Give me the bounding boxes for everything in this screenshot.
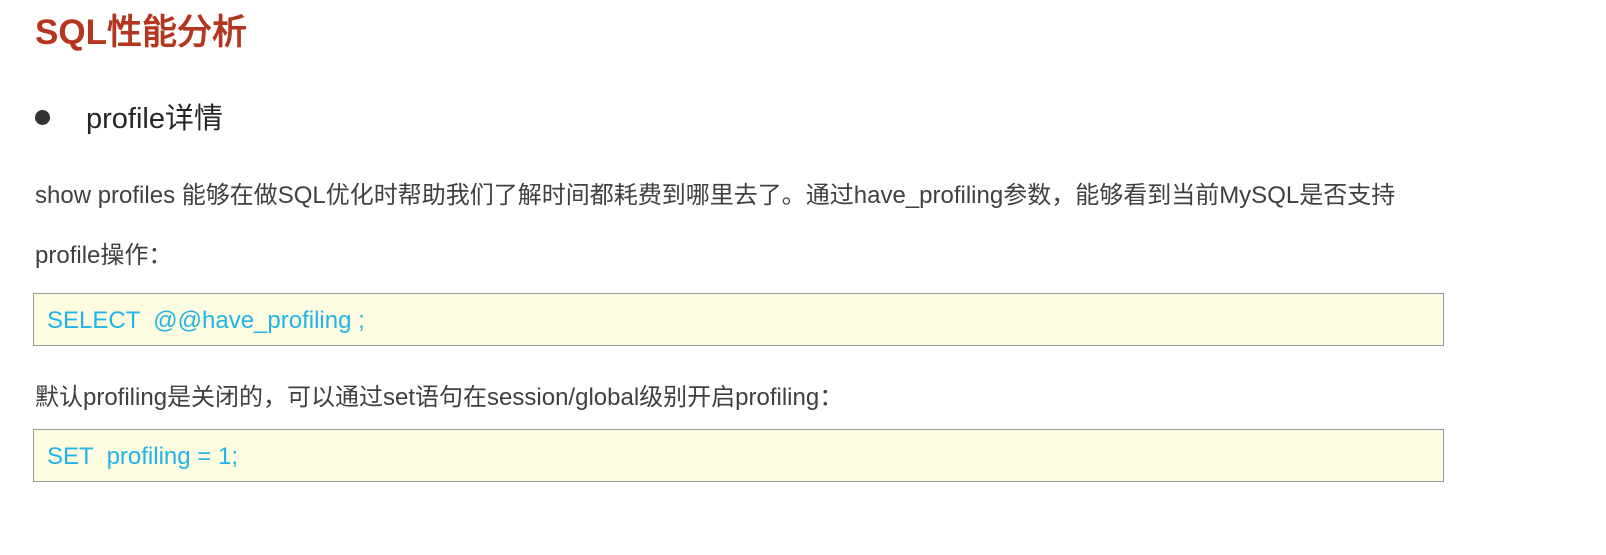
code-block-set-profiling: SET profiling = 1; bbox=[33, 429, 1444, 482]
bullet-dot-icon bbox=[35, 109, 50, 125]
code-block-have-profiling: SELECT @@have_profiling ; bbox=[33, 293, 1444, 346]
page-title: SQL性能分析 bbox=[35, 13, 247, 52]
bullet-text: profile详情 bbox=[86, 103, 223, 135]
bullet-item: profile详情 bbox=[35, 94, 223, 138]
paragraph-line-1: show profiles 能够在做SQL优化时帮助我们了解时间都耗费到哪里去了… bbox=[35, 182, 1396, 209]
code-text: SELECT @@have_profiling ; bbox=[47, 307, 365, 334]
paragraph-line-2: profile操作： bbox=[35, 242, 173, 269]
code-text: SET profiling = 1; bbox=[47, 443, 238, 470]
paragraph-profiling-default: 默认profiling是关闭的，可以通过set语句在session/global… bbox=[35, 384, 844, 411]
